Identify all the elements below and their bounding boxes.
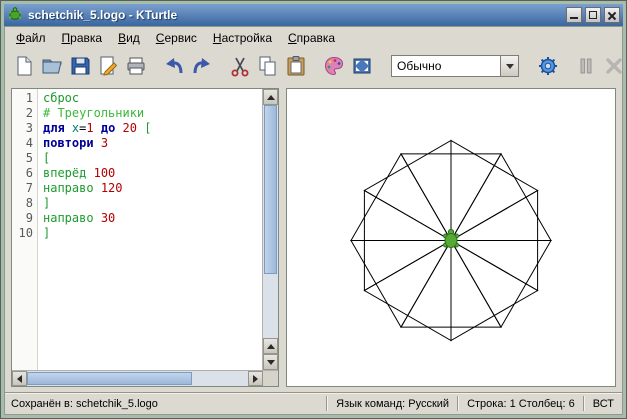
line-number: 2 [12, 106, 33, 121]
line-number: 1 [12, 91, 33, 106]
redo-button[interactable] [188, 52, 216, 80]
editor-horizontal-scrollbar[interactable] [12, 370, 278, 386]
editor-vertical-scrollbar[interactable] [262, 89, 278, 370]
status-separator [583, 396, 585, 411]
menu-item-4[interactable]: Настройка [205, 28, 280, 48]
line-number: 4 [12, 136, 33, 151]
line-numbers: 12345678910 [12, 89, 38, 370]
paste-button[interactable] [282, 52, 310, 80]
menu-item-5[interactable]: Справка [280, 28, 343, 48]
close-button[interactable] [604, 7, 620, 23]
minimize-button[interactable] [566, 7, 582, 23]
cut-icon [229, 55, 251, 77]
code-lines[interactable]: сброс# Треугольникидля x=1 до 20 [повтор… [38, 89, 262, 370]
statusbar: Сохранён в: schetchik_5.logo Язык команд… [5, 392, 622, 414]
save-file-button[interactable] [66, 52, 94, 80]
arrow-up-icon [267, 344, 275, 349]
scroll-up-button[interactable] [263, 89, 278, 105]
color-picker-button[interactable] [320, 52, 348, 80]
paste-icon [285, 55, 307, 77]
code-editor[interactable]: 12345678910 сброс# Треугольникидля x=1 д… [11, 88, 279, 387]
menu-item-3[interactable]: Сервис [148, 28, 205, 48]
status-cursor-position: Строка: 1 Столбец: 6 [465, 398, 577, 410]
scroll-right-button[interactable] [248, 371, 263, 386]
turtle-canvas-svg [287, 89, 615, 386]
arrow-down-icon [267, 360, 275, 365]
code-line: [ [43, 151, 262, 166]
edit-icon [97, 55, 119, 77]
speed-select-value: Обычно [392, 59, 500, 73]
print-icon [125, 55, 147, 77]
line-number: 3 [12, 121, 33, 136]
new-file-icon [13, 55, 35, 77]
maximize-button[interactable] [585, 7, 601, 23]
menu-item-0[interactable]: Файл [8, 28, 54, 48]
pause-icon [575, 55, 597, 77]
undo-button[interactable] [160, 52, 188, 80]
speed-select[interactable]: Обычно [391, 55, 519, 77]
kturtle-app-icon [7, 6, 23, 25]
scroll-down-button[interactable] [263, 354, 278, 370]
kturtle-window: schetchik_5.logo - KTurtle ФайлПравкаВид… [0, 0, 627, 419]
code-line: повтори 3 [43, 136, 262, 151]
cut-button[interactable] [226, 52, 254, 80]
print-button[interactable] [122, 52, 150, 80]
arrow-right-icon [253, 375, 258, 383]
status-separator [326, 396, 328, 411]
code-line: сброс [43, 91, 262, 106]
vertical-scroll-thumb[interactable] [264, 105, 277, 274]
arrow-up-icon [267, 95, 275, 100]
code-line: вперёд 100 [43, 166, 262, 181]
main-area: 12345678910 сброс# Треугольникидля x=1 д… [5, 83, 622, 392]
status-insert-mode: ВСТ [591, 398, 616, 410]
scroll-left-button[interactable] [12, 371, 27, 386]
run-gear-icon [537, 55, 559, 77]
abort-x-icon [603, 55, 625, 77]
fullscreen-icon [351, 55, 373, 77]
titlebar[interactable]: schetchik_5.logo - KTurtle [4, 4, 623, 26]
run-button[interactable] [534, 52, 562, 80]
status-command-language: Язык команд: Русский [334, 398, 451, 410]
status-separator [457, 396, 459, 411]
line-number: 6 [12, 166, 33, 181]
line-number: 8 [12, 196, 33, 211]
line-number: 5 [12, 151, 33, 166]
code-line: направо 120 [43, 181, 262, 196]
redo-icon [191, 55, 213, 77]
menu-item-2[interactable]: Вид [110, 28, 148, 48]
menu-item-1[interactable]: Правка [54, 28, 111, 48]
copy-icon [257, 55, 279, 77]
open-file-button[interactable] [38, 52, 66, 80]
code-line: направо 30 [43, 211, 262, 226]
line-number: 10 [12, 226, 33, 241]
abort-button[interactable] [600, 52, 627, 80]
code-line: ] [43, 226, 262, 241]
line-number: 9 [12, 211, 33, 226]
fullscreen-button[interactable] [348, 52, 376, 80]
menubar: ФайлПравкаВидСервисНастройкаСправка [5, 27, 622, 49]
toolbar: Обычно [5, 49, 622, 83]
code-line: ] [43, 196, 262, 211]
arrow-left-icon [17, 375, 22, 383]
new-file-button[interactable] [10, 52, 38, 80]
window-title: schetchik_5.logo - KTurtle [28, 8, 563, 22]
palette-icon [323, 55, 345, 77]
turtle-canvas [286, 88, 616, 387]
line-number: 7 [12, 181, 33, 196]
copy-button[interactable] [254, 52, 282, 80]
scrollbar-corner [263, 371, 278, 386]
code-line: для x=1 до 20 [ [43, 121, 262, 136]
save-icon [69, 55, 91, 77]
chevron-down-icon [506, 64, 514, 69]
status-message: Сохранён в: schetchik_5.logo [11, 398, 320, 410]
open-folder-icon [41, 55, 63, 77]
edit-button[interactable] [94, 52, 122, 80]
undo-icon [163, 55, 185, 77]
code-line: # Треугольники [43, 106, 262, 121]
pause-button[interactable] [572, 52, 600, 80]
scroll-up-button-2[interactable] [263, 338, 278, 354]
horizontal-scroll-thumb[interactable] [27, 372, 192, 385]
speed-select-dropdown-button[interactable] [500, 56, 518, 76]
